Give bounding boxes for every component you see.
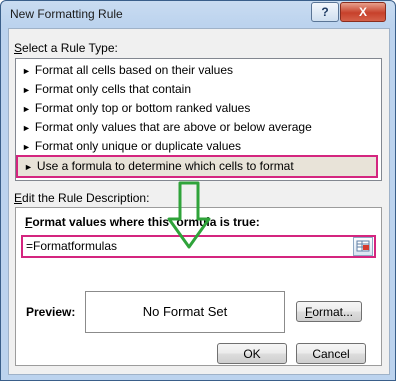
rule-item-cells-contain[interactable]: ► Format only cells that contain (18, 81, 377, 98)
range-select-icon (356, 240, 370, 252)
arrow-icon: ► (22, 142, 31, 152)
rule-type-list[interactable]: ► Format all cells based on their values … (15, 58, 382, 181)
help-button[interactable]: ? (311, 2, 339, 22)
format-button[interactable]: Format... (296, 301, 362, 322)
close-icon: X (358, 5, 367, 19)
cancel-button[interactable]: Cancel (296, 343, 366, 364)
ok-button[interactable]: OK (217, 343, 287, 364)
rule-type-heading: Select a Rule Type: (14, 41, 118, 55)
collapse-dialog-button[interactable] (353, 237, 373, 256)
formula-heading: Format values where this formula is true… (25, 215, 260, 229)
arrow-icon: ► (22, 123, 31, 133)
dialog-body: Select a Rule Type: ► Format all cells ba… (8, 28, 390, 375)
title-bar[interactable]: New Formatting Rule ? X (1, 1, 395, 27)
dialog-window: New Formatting Rule ? X Select a Rule Ty… (0, 0, 396, 381)
arrow-icon: ► (24, 162, 33, 172)
annotation-down-arrow-icon (167, 181, 211, 249)
arrow-icon: ► (22, 66, 31, 76)
close-button[interactable]: X (340, 2, 386, 22)
rule-description-heading: Edit the Rule Description: (14, 191, 150, 205)
rule-item-use-formula[interactable]: ► Use a formula to determine which cells … (16, 155, 378, 178)
preview-box: No Format Set (85, 291, 285, 333)
arrow-icon: ► (22, 85, 31, 95)
rule-item-top-bottom[interactable]: ► Format only top or bottom ranked values (18, 100, 377, 117)
rule-item-above-below-average[interactable]: ► Format only values that are above or be… (18, 119, 377, 136)
rule-item-all-cells[interactable]: ► Format all cells based on their values (18, 62, 377, 79)
rule-item-unique-duplicate[interactable]: ► Format only unique or duplicate values (18, 138, 377, 155)
preview-label: Preview: (26, 305, 76, 319)
dialog-title: New Formatting Rule (10, 7, 123, 21)
arrow-icon: ► (22, 104, 31, 114)
